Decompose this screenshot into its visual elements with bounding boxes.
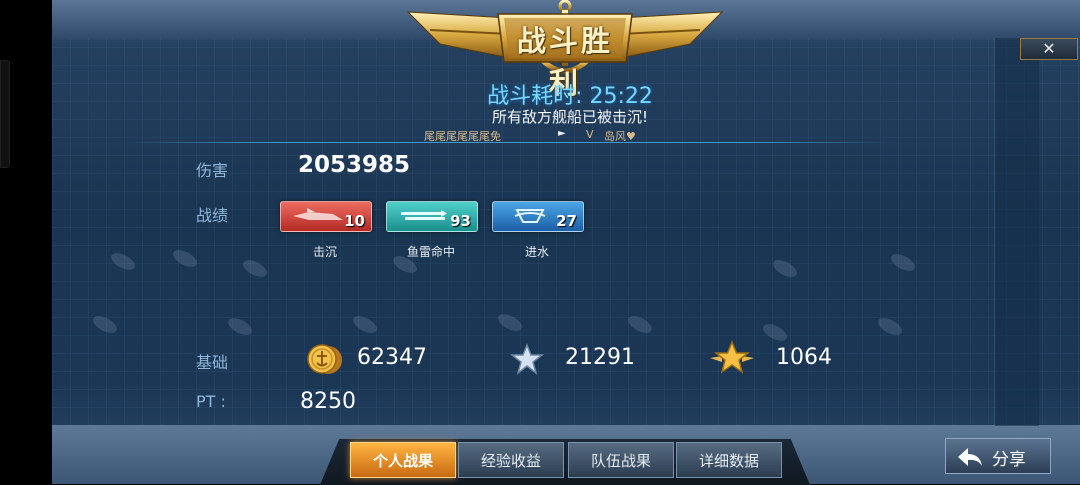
side-panel — [994, 38, 1039, 426]
tab-detailed-data[interactable]: 详细数据 — [676, 442, 782, 478]
share-arrow-icon — [958, 448, 982, 466]
torpedo-badge: 93 — [386, 201, 478, 232]
player-names: 尾尾尾尾尾尾免 ► V 岛风♥ — [420, 126, 660, 143]
tab-exp-gain[interactable]: 经验收益 — [458, 442, 564, 478]
gold-star-value: 1064 — [776, 345, 832, 370]
torpedo-hit-icon — [401, 210, 447, 220]
player-left-name: 尾尾尾尾尾尾免 — [424, 130, 501, 143]
close-button[interactable]: ✕ — [1020, 38, 1078, 60]
victory-subtitle: 所有敌方舰船已被击沉! — [491, 108, 648, 126]
flooding-badge: 27 — [492, 201, 584, 232]
coin-value: 62347 — [357, 345, 427, 370]
pt-label: PT : — [196, 392, 226, 411]
versus-label: V — [586, 128, 594, 141]
silver-star-icon — [510, 343, 544, 375]
base-label: 基础 — [196, 353, 229, 372]
tab-personal-result[interactable]: 个人战果 — [350, 442, 456, 478]
tab-team-result[interactable]: 队伍战果 — [568, 442, 674, 478]
flooding-count: 27 — [556, 212, 577, 230]
player-right-name: 岛风♥ — [604, 130, 636, 143]
sunk-caption: 击沉 — [312, 245, 337, 259]
sunk-badge: 10 — [280, 201, 372, 232]
victory-banner: 战斗胜利 — [400, 0, 730, 100]
pt-value: 8250 — [300, 389, 356, 414]
coin-icon — [307, 344, 342, 374]
divider-line — [120, 142, 900, 143]
silver-star-value: 21291 — [565, 345, 635, 370]
sunk-count: 10 — [344, 212, 365, 230]
arrow-icon: ► — [558, 128, 566, 139]
record-label: 战绩 — [196, 206, 229, 225]
share-label: 分享 — [992, 450, 1026, 470]
share-button[interactable]: 分享 — [945, 438, 1051, 474]
damage-label: 伤害 — [196, 161, 229, 180]
torpedo-caption: 鱼雷命中 — [406, 245, 455, 259]
device-edge — [0, 60, 10, 168]
flooding-icon — [514, 209, 546, 223]
gold-star-icon — [710, 340, 754, 374]
sunk-ship-icon — [293, 208, 343, 220]
torpedo-count: 93 — [450, 212, 471, 230]
flooding-caption: 进水 — [524, 245, 549, 259]
damage-value: 2053985 — [298, 152, 411, 178]
